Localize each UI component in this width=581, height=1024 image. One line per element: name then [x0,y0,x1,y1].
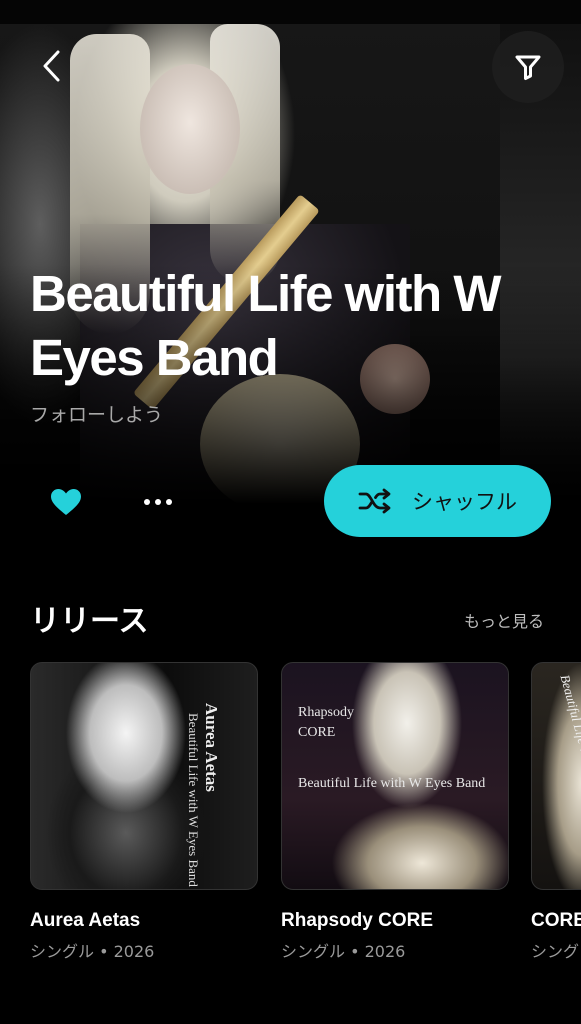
cover-artist-text: Beautiful Life with W Eyes Band [557,673,581,840]
release-subtitle: シング [531,942,580,961]
artist-name: Beautiful Life with W Eyes Band [30,265,501,386]
hero-face [140,64,240,194]
release-cover: Aurea Aetas Beautiful Life with W Eyes B… [30,662,258,890]
shuffle-button[interactable]: シャッフル [324,465,551,537]
release-card[interactable]: Rhapsody CORE Beautiful Life with W Eyes… [281,662,509,962]
follow-prompt[interactable]: フォローしよう [30,400,163,427]
release-title: Aurea Aetas [30,910,141,931]
release-cover: Beautiful Life with W Eyes Band [531,662,581,890]
shuffle-icon [358,488,391,514]
filter-icon [515,55,541,80]
chevron-left-icon [43,50,60,82]
ellipsis-icon [144,499,172,505]
back-button[interactable] [30,44,74,88]
heart-icon [51,489,81,515]
cover-artist-text: Beautiful Life with W Eyes Band [298,776,486,791]
more-options-button[interactable] [138,482,178,522]
cover-title-text: Rhapsody CORE [298,705,354,740]
shuffle-label: シャッフル [412,490,517,514]
release-card[interactable]: Aurea Aetas Beautiful Life with W Eyes B… [30,662,258,962]
release-title: CORE [531,910,581,931]
releases-more-link[interactable]: もっと見る [464,608,544,632]
releases-carousel[interactable]: Aurea Aetas Beautiful Life with W Eyes B… [0,662,581,962]
cover-title-text: Aurea Aetas [202,703,221,792]
filter-button[interactable] [492,31,564,103]
cover-artist-text: Beautiful Life with W Eyes Band [186,713,201,887]
status-bar [0,0,581,24]
releases-section-title: リリース [30,604,149,639]
release-card[interactable]: Beautiful Life with W Eyes Band CORE シング [531,662,581,962]
release-subtitle: シングル • 2026 [30,942,155,961]
release-subtitle: シングル • 2026 [281,942,406,961]
like-button[interactable] [46,482,86,522]
release-title: Rhapsody CORE [281,910,434,931]
release-cover: Rhapsody CORE Beautiful Life with W Eyes… [281,662,509,890]
artist-page: Beautiful Life with W Eyes Band フォローしよう … [0,0,581,1024]
